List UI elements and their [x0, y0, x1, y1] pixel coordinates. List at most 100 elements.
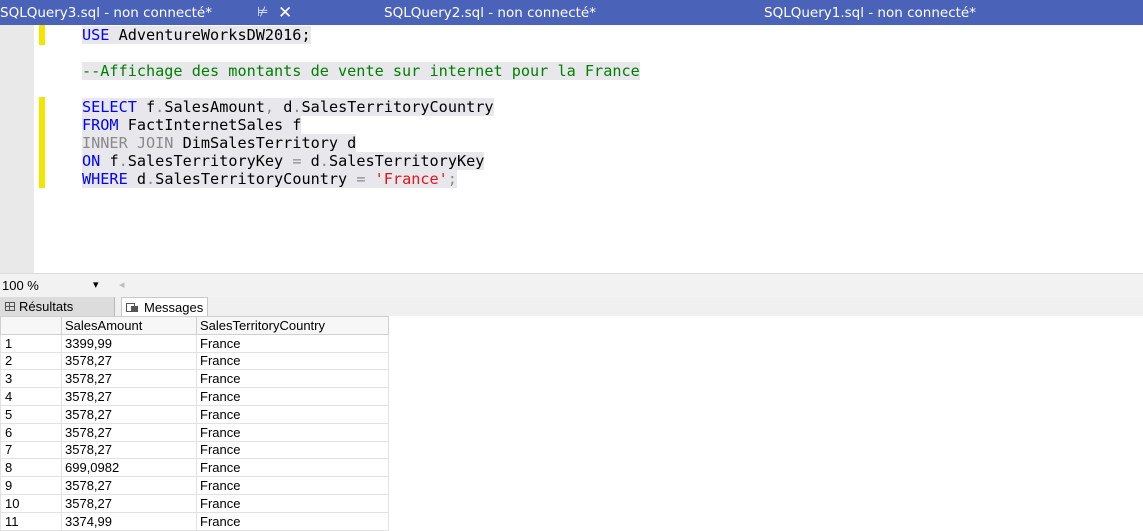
code-text: AdventureWorksDW2016;	[109, 26, 311, 44]
code-text: SalesTerritoryCountry	[301, 98, 494, 116]
row-number[interactable]: 8	[0, 458, 62, 478]
tab-sqlquery2[interactable]: SQLQuery2.sql - non connecté*	[384, 0, 596, 25]
cell-country[interactable]: France	[196, 333, 389, 353]
cell-country[interactable]: France	[196, 387, 389, 406]
tab-messages[interactable]: Messages	[121, 297, 209, 316]
table-row[interactable]: 10 3578,27 France	[0, 493, 389, 513]
chevron-down-icon[interactable]: ▾	[93, 278, 99, 291]
code-text: SalesAmount	[164, 98, 265, 116]
operator: .	[155, 98, 165, 116]
results-grid[interactable]: SalesAmount SalesTerritoryCountry 1 3399,…	[0, 316, 389, 531]
cell-salesamount[interactable]: 3578,27	[61, 476, 197, 495]
code-line-on: ON f.SalesTerritoryKey = d.SalesTerritor…	[82, 151, 485, 171]
table-row[interactable]: 4 3578,27 France	[0, 387, 389, 406]
table-row[interactable]: 1 3399,99 France	[0, 333, 389, 353]
cell-salesamount[interactable]: 3374,99	[61, 511, 197, 531]
cell-salesamount[interactable]: 3578,27	[61, 351, 197, 371]
close-icon[interactable]: ✕	[278, 0, 292, 25]
tab-results[interactable]: Résultats	[0, 297, 115, 316]
row-number[interactable]: 9	[0, 476, 62, 495]
cell-country[interactable]: France	[196, 422, 389, 442]
code-text: d	[274, 98, 293, 116]
code-text: SalesTerritoryKey	[127, 152, 284, 170]
operator: .	[319, 152, 329, 170]
column-header-salesamount[interactable]: SalesAmount	[61, 316, 197, 335]
row-number[interactable]: 10	[0, 493, 62, 513]
keyword: USE	[82, 26, 110, 44]
row-number[interactable]: 5	[0, 404, 62, 424]
grid-icon	[5, 302, 15, 311]
cell-salesamount[interactable]: 3578,27	[61, 387, 197, 406]
scroll-left-icon[interactable]: ◂	[119, 278, 125, 291]
table-row[interactable]: 5 3578,27 France	[0, 404, 389, 424]
code-text: FactInternetSales f	[118, 116, 302, 134]
tab-label: SQLQuery2.sql - non connecté*	[384, 4, 596, 21]
code-text: SalesTerritoryKey	[328, 152, 485, 170]
row-number-header[interactable]	[0, 316, 62, 335]
cell-salesamount[interactable]: 3578,27	[61, 440, 197, 460]
row-number[interactable]: 3	[0, 369, 62, 389]
table-row[interactable]: 9 3578,27 France	[0, 476, 389, 495]
code-line-comment: --Affichage des montants de vente sur in…	[82, 61, 640, 81]
cell-country[interactable]: France	[196, 476, 389, 495]
row-number[interactable]: 11	[0, 511, 62, 531]
cell-salesamount[interactable]: 3399,99	[61, 333, 197, 353]
keyword: FROM	[82, 116, 119, 134]
code-text: SalesTerritoryCountry	[155, 170, 348, 188]
zoom-level[interactable]: 100 %	[2, 278, 39, 293]
operator: =	[283, 152, 311, 170]
code-text: f	[100, 152, 119, 170]
cell-country[interactable]: France	[196, 511, 389, 531]
query-editor[interactable]: USE AdventureWorksDW2016; --Affichage de…	[0, 25, 1143, 273]
code-line-from: FROM FactInternetSales f	[82, 115, 302, 135]
cell-country[interactable]: France	[196, 493, 389, 513]
tab-label: SQLQuery1.sql - non connecté*	[764, 4, 976, 21]
table-row[interactable]: 11 3374,99 France	[0, 511, 389, 531]
cell-salesamount[interactable]: 3578,27	[61, 404, 197, 424]
operator: .	[292, 98, 302, 116]
keyword: INNER JOIN	[82, 134, 174, 152]
column-header-salesterritorycountry[interactable]: SalesTerritoryCountry	[196, 316, 389, 335]
code-line-1: USE AdventureWorksDW2016;	[82, 25, 311, 45]
pin-icon[interactable]: ⊭	[257, 0, 268, 25]
table-row[interactable]: 8 699,0982 France	[0, 458, 389, 478]
code-line-join: INNER JOIN DimSalesTerritory d	[82, 133, 357, 153]
zoom-bar: 100 % ▾ ◂	[0, 273, 1143, 298]
cell-salesamount[interactable]: 3578,27	[61, 493, 197, 513]
cell-country[interactable]: France	[196, 404, 389, 424]
tab-sqlquery1[interactable]: SQLQuery1.sql - non connecté*	[764, 0, 976, 25]
operator: ,	[264, 98, 275, 116]
cell-salesamount[interactable]: 3578,27	[61, 422, 197, 442]
tab-results-label: Résultats	[19, 299, 74, 314]
change-marker	[39, 25, 45, 45]
row-number[interactable]: 1	[0, 333, 62, 353]
tab-messages-label: Messages	[144, 299, 204, 315]
document-tab-bar: SQLQuery3.sql - non connecté* ⊭ ✕ SQLQue…	[0, 0, 1143, 25]
tab-label: SQLQuery3.sql - non connecté*	[0, 4, 212, 21]
row-number[interactable]: 4	[0, 387, 62, 406]
operator: =	[347, 170, 375, 188]
row-number[interactable]: 6	[0, 422, 62, 442]
keyword: WHERE	[82, 170, 128, 188]
code-text: f	[136, 98, 156, 116]
grid-header-row: SalesAmount SalesTerritoryCountry	[0, 316, 389, 335]
cell-salesamount[interactable]: 3578,27	[61, 369, 197, 389]
string-literal: 'France'	[374, 170, 448, 188]
row-number[interactable]: 7	[0, 440, 62, 460]
code-text: d	[127, 170, 147, 188]
code-text: d	[310, 152, 320, 170]
table-row[interactable]: 6 3578,27 France	[0, 422, 389, 442]
cell-salesamount[interactable]: 699,0982	[61, 458, 197, 478]
cell-country[interactable]: France	[196, 458, 389, 478]
result-tabs: Résultats Messages	[0, 297, 1143, 316]
row-number[interactable]: 2	[0, 351, 62, 371]
table-row[interactable]: 2 3578,27 France	[0, 351, 389, 371]
table-row[interactable]: 3 3578,27 France	[0, 369, 389, 389]
cell-country[interactable]: France	[196, 351, 389, 371]
cell-country[interactable]: France	[196, 369, 389, 389]
table-row[interactable]: 7 3578,27 France	[0, 440, 389, 460]
cell-country[interactable]: France	[196, 440, 389, 460]
sql-comment: --Affichage des montants de vente sur in…	[82, 62, 640, 80]
tab-sqlquery3[interactable]: SQLQuery3.sql - non connecté*	[0, 0, 212, 25]
operator: ;	[447, 170, 457, 188]
